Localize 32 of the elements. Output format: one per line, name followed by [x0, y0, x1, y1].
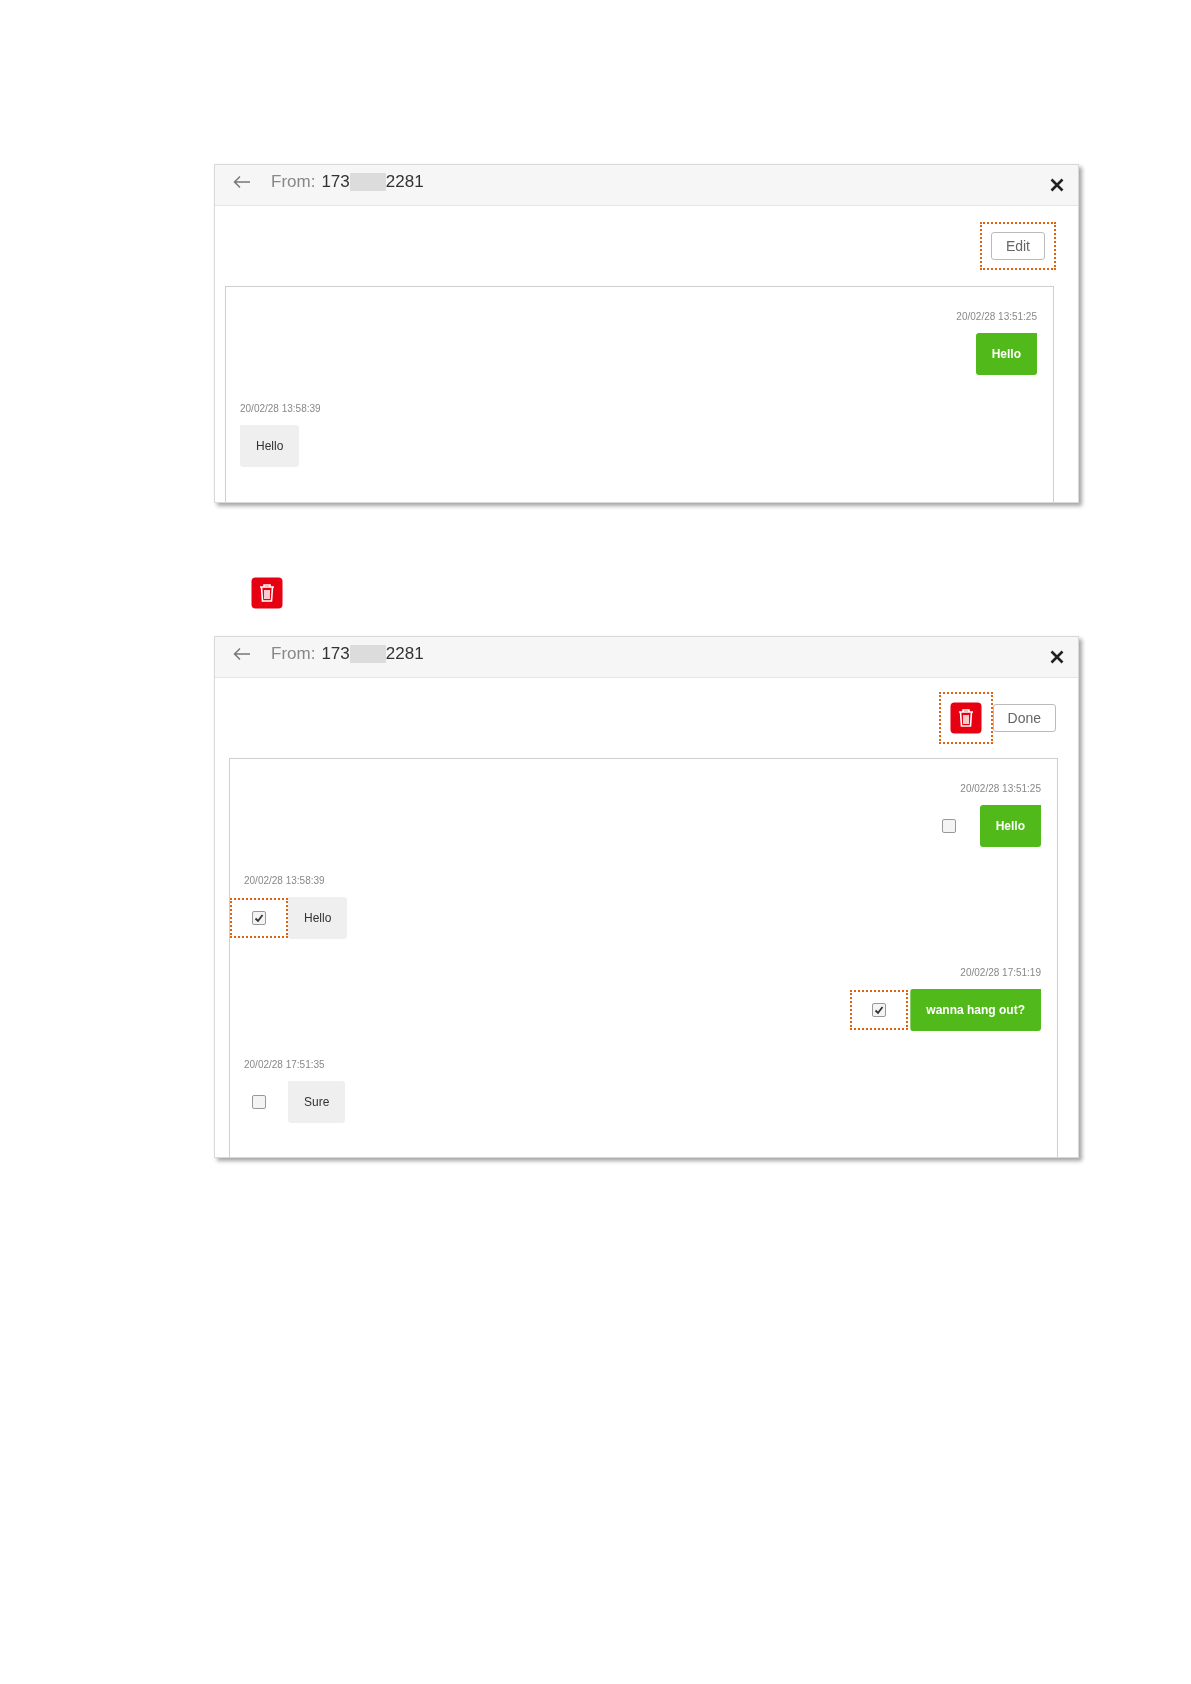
back-arrow-icon[interactable] — [233, 647, 251, 661]
timestamp: 20/02/28 13:51:25 — [956, 311, 1037, 322]
timestamp: 20/02/28 13:58:39 — [240, 403, 321, 414]
checkbox[interactable] — [252, 911, 266, 925]
from-label: From: — [271, 644, 316, 664]
from-label: From: — [271, 172, 316, 192]
back-arrow-icon[interactable] — [233, 175, 251, 189]
checkbox[interactable] — [941, 819, 956, 833]
sent-bubble: Hello — [979, 805, 1041, 847]
close-icon[interactable] — [1050, 650, 1064, 664]
trash-icon[interactable] — [949, 702, 982, 734]
checkbox[interactable] — [872, 1003, 887, 1017]
phone-number-prefix: 173 — [321, 172, 350, 192]
sent-bubble: Hello — [975, 333, 1037, 375]
received-bubble: Sure — [288, 1081, 346, 1123]
text-button[interactable]: Done — [992, 704, 1056, 732]
phone-number-suffix: 2281 — [385, 644, 424, 664]
checkbox[interactable] — [252, 1095, 266, 1109]
timestamp: 20/02/28 13:58:39 — [244, 875, 325, 886]
close-icon[interactable] — [1050, 178, 1064, 192]
timestamp: 20/02/28 13:51:25 — [960, 783, 1041, 794]
trash-icon — [251, 577, 283, 609]
redaction-bar — [349, 173, 386, 191]
phone-number-suffix: 2281 — [385, 172, 424, 192]
received-bubble: Hello — [288, 897, 348, 939]
redaction-bar — [349, 645, 386, 663]
timestamp: 20/02/28 17:51:19 — [960, 967, 1041, 978]
text-button[interactable]: Edit — [990, 232, 1045, 260]
phone-number-prefix: 173 — [321, 644, 350, 664]
received-bubble: Hello — [240, 425, 300, 467]
sent-bubble: wanna hang out? — [910, 989, 1041, 1031]
timestamp: 20/02/28 17:51:35 — [244, 1059, 325, 1070]
